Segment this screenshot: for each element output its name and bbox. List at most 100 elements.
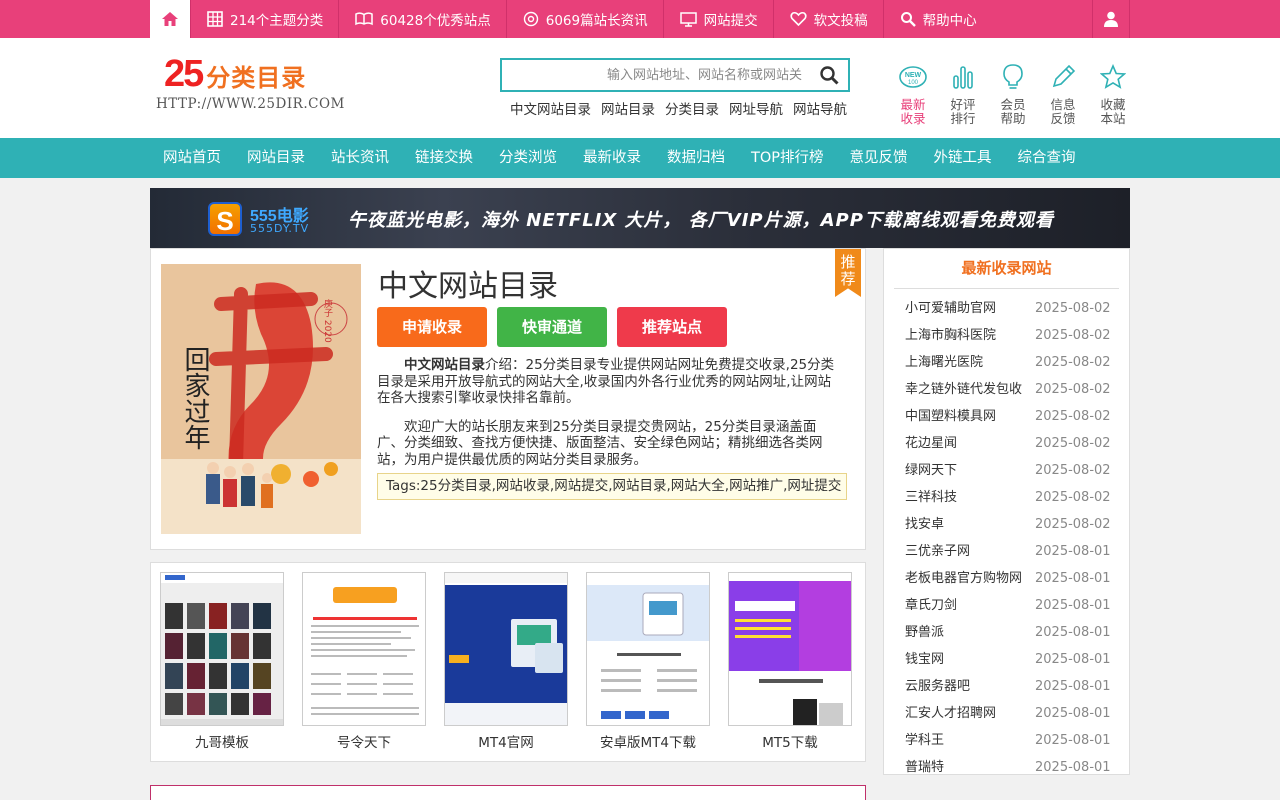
quick-help[interactable]: 会员 帮助: [988, 60, 1038, 126]
latest-site-name[interactable]: 老板电器官方购物网: [905, 565, 1035, 592]
topbar-sites-link[interactable]: 60428个优秀站点: [338, 0, 505, 38]
nav-backlink-tool[interactable]: 外链工具: [921, 138, 1005, 178]
hot-link[interactable]: 网站导航: [793, 98, 847, 118]
topbar-contribute-link[interactable]: 软文投稿: [772, 0, 883, 38]
topbar-categories-link[interactable]: 214个主题分类: [190, 0, 338, 38]
next-section-edge: [150, 785, 866, 800]
latest-site-item[interactable]: 找安卓 2025-08-02: [905, 511, 1129, 538]
quick-bookmark[interactable]: 收藏 本站: [1088, 60, 1138, 126]
latest-site-item[interactable]: 钱宝网 2025-08-01: [905, 646, 1129, 673]
latest-site-item[interactable]: 汇安人才招聘网 2025-08-01: [905, 700, 1129, 727]
lightbulb-icon: [1002, 60, 1024, 94]
nav-home[interactable]: 网站首页: [150, 138, 234, 178]
topbar-submit-link[interactable]: 网站提交: [662, 0, 773, 38]
latest-site-name[interactable]: 幸之链外链代发包收: [905, 376, 1035, 403]
svg-text:NEW: NEW: [905, 72, 922, 79]
topbar-help-link[interactable]: 帮助中心: [882, 0, 992, 38]
thumb-caption: MT5下载: [762, 735, 818, 751]
nav-link-exchange[interactable]: 链接交换: [402, 138, 486, 178]
nav-feedback[interactable]: 意见反馈: [837, 138, 921, 178]
user-icon[interactable]: [1092, 0, 1130, 38]
latest-site-name[interactable]: 普瑞特: [905, 754, 1035, 781]
nav-directory[interactable]: 网站目录: [234, 138, 318, 178]
latest-site-name[interactable]: 上海曙光医院: [905, 349, 1035, 376]
thumb-item[interactable]: 号令天下: [302, 572, 426, 751]
hot-link[interactable]: 中文网站目录: [510, 98, 591, 118]
latest-site-item[interactable]: 三优亲子网 2025-08-01: [905, 538, 1129, 565]
quick-feedback[interactable]: 信息 反馈: [1038, 60, 1088, 126]
poster-year: 庚子 2020: [322, 298, 333, 343]
topbar-articles-link[interactable]: 6069篇站长资讯: [505, 0, 663, 38]
thumb-caption: MT4官网: [478, 735, 534, 751]
hot-links: 中文网站目录 网站目录 分类目录 网址导航 网站导航: [510, 98, 847, 118]
latest-site-date: 2025-08-01: [1035, 706, 1111, 721]
topbar-item-label: 网站提交: [703, 13, 758, 29]
latest-site-name[interactable]: 找安卓: [905, 511, 1035, 538]
thumb-item[interactable]: 安卓版MT4下载: [586, 572, 710, 751]
recommend-button[interactable]: 推荐站点: [617, 307, 727, 347]
ad-banner[interactable]: S 555电影 555DY.TV 午夜蓝光电影，海外 NETFLIX 大片， 各…: [150, 188, 1130, 248]
latest-site-name[interactable]: 汇安人才招聘网: [905, 700, 1035, 727]
latest-site-date: 2025-08-01: [1035, 652, 1111, 667]
search-button[interactable]: [810, 60, 848, 90]
latest-site-date: 2025-08-01: [1035, 625, 1111, 640]
latest-site-item[interactable]: 幸之链外链代发包收 2025-08-02: [905, 376, 1129, 403]
nav-news[interactable]: 站长资讯: [318, 138, 402, 178]
logo-text: 分类目录: [206, 64, 307, 92]
latest-site-name[interactable]: 小可爱辅助官网: [905, 295, 1035, 322]
thumb-item[interactable]: MT4官网: [444, 572, 568, 751]
quick-latest[interactable]: NEW 100 最新 收录: [888, 60, 938, 126]
search-input[interactable]: [502, 60, 810, 90]
latest-site-name[interactable]: 三祥科技: [905, 484, 1035, 511]
fast-review-button[interactable]: 快审通道: [497, 307, 607, 347]
latest-site-item[interactable]: 小可爱辅助官网 2025-08-02: [905, 295, 1129, 322]
latest-site-item[interactable]: 上海曙光医院 2025-08-02: [905, 349, 1129, 376]
latest-site-item[interactable]: 三祥科技 2025-08-02: [905, 484, 1129, 511]
latest-site-name[interactable]: 三优亲子网: [905, 538, 1035, 565]
thumbnail-gallery: 九哥模板 号令天下 MT4官网 安卓版MT4下载 MT5下载: [150, 562, 866, 762]
home-icon[interactable]: [150, 0, 190, 38]
nav-query[interactable]: 综合查询: [1005, 138, 1089, 178]
latest-sites-sidebar: 最新收录网站 小可爱辅助官网 2025-08-02 上海市胸科医院 2025-08-0…: [883, 248, 1130, 775]
quick-ranking[interactable]: 好评 排行: [938, 60, 988, 126]
latest-site-date: 2025-08-02: [1035, 355, 1111, 370]
latest-site-item[interactable]: 绿网天下 2025-08-02: [905, 457, 1129, 484]
hot-link[interactable]: 网站目录: [601, 98, 655, 118]
thumb-screenshot: [586, 572, 710, 726]
latest-site-item[interactable]: 老板电器官方购物网 2025-08-01: [905, 565, 1129, 592]
topbar-item-label: 60428个优秀站点: [380, 13, 491, 29]
pencil-icon: [1050, 60, 1076, 94]
nav-top[interactable]: TOP排行榜: [738, 138, 837, 178]
thumb-item[interactable]: 九哥模板: [160, 572, 284, 751]
latest-site-name[interactable]: 章氏刀剑: [905, 592, 1035, 619]
latest-site-name[interactable]: 上海市胸科医院: [905, 322, 1035, 349]
thumb-caption: 九哥模板: [195, 735, 249, 751]
nav-latest[interactable]: 最新收录: [570, 138, 654, 178]
latest-site-item[interactable]: 云服务器吧 2025-08-01: [905, 673, 1129, 700]
hot-link[interactable]: 网址导航: [729, 98, 783, 118]
latest-site-name[interactable]: 野兽派: [905, 619, 1035, 646]
latest-site-item[interactable]: 中国塑料模具网 2025-08-02: [905, 403, 1129, 430]
site-logo[interactable]: 25 分类目录 HTTP://WWW.25DIR.COM: [156, 55, 345, 112]
latest-site-item[interactable]: 普瑞特 2025-08-01: [905, 754, 1129, 781]
thumb-screenshot: [728, 572, 852, 726]
topbar-item-label: 帮助中心: [922, 13, 977, 29]
latest-site-item[interactable]: 上海市胸科医院 2025-08-02: [905, 322, 1129, 349]
latest-site-item[interactable]: 花边星闻 2025-08-02: [905, 430, 1129, 457]
latest-site-item[interactable]: 野兽派 2025-08-01: [905, 619, 1129, 646]
latest-site-name[interactable]: 云服务器吧: [905, 673, 1035, 700]
latest-site-name[interactable]: 中国塑料模具网: [905, 403, 1035, 430]
nav-archive[interactable]: 数据归档: [654, 138, 738, 178]
latest-site-date: 2025-08-02: [1035, 328, 1111, 343]
thumb-item[interactable]: MT5下载: [728, 572, 852, 751]
latest-site-item[interactable]: 学科王 2025-08-01: [905, 727, 1129, 754]
latest-site-name[interactable]: 绿网天下: [905, 457, 1035, 484]
site-poster[interactable]: 回家过年 庚子 2020: [161, 264, 361, 534]
hot-link[interactable]: 分类目录: [665, 98, 719, 118]
apply-button[interactable]: 申请收录: [377, 307, 487, 347]
latest-site-name[interactable]: 花边星闻: [905, 430, 1035, 457]
latest-site-name[interactable]: 学科王: [905, 727, 1035, 754]
latest-site-item[interactable]: 章氏刀剑 2025-08-01: [905, 592, 1129, 619]
nav-categories[interactable]: 分类浏览: [486, 138, 570, 178]
latest-site-name[interactable]: 钱宝网: [905, 646, 1035, 673]
